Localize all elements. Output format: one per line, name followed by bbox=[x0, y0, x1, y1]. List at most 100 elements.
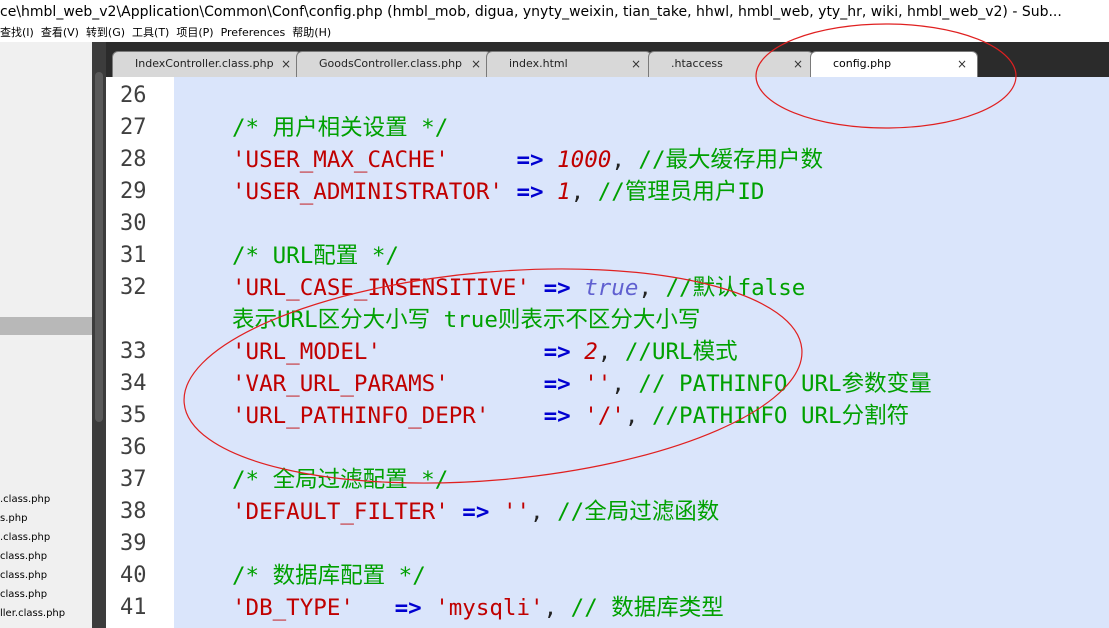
code-line[interactable]: 表示URL区分大小写 true则表示不区分大小写 bbox=[232, 304, 700, 336]
code-token: // PATHINFO URL参数变量 bbox=[638, 371, 932, 397]
code-token: 2 bbox=[584, 339, 598, 365]
code-line[interactable]: /* URL配置 */ bbox=[232, 240, 399, 272]
tab-label: config.php bbox=[833, 57, 892, 70]
line-number: 28 bbox=[120, 147, 147, 172]
menu-goto[interactable]: 转到(G) bbox=[86, 24, 132, 42]
sidebar-file-list: .class.php s.php .class.php class.php cl… bbox=[0, 490, 92, 623]
line-number: 38 bbox=[120, 499, 147, 524]
code-token: 'DB_TYPE' bbox=[232, 595, 354, 621]
code-token: true bbox=[584, 275, 639, 301]
sidebar-file[interactable]: .class.php bbox=[0, 528, 92, 547]
tab-goodscontroller[interactable]: GoodsController.class.php × bbox=[296, 51, 492, 77]
code-token: 'URL_PATHINFO_DEPR' bbox=[232, 403, 490, 429]
code-line[interactable]: 'USER_ADMINISTRATOR' => 1, //管理员用户ID bbox=[232, 176, 764, 208]
line-number: 40 bbox=[120, 563, 147, 588]
sidebar-divider bbox=[0, 317, 92, 335]
code-line[interactable]: 'DB_TYPE' => 'mysqli', // 数据库类型 bbox=[232, 592, 724, 624]
sidebar-file[interactable]: .class.php bbox=[0, 490, 92, 509]
line-number bbox=[120, 304, 170, 336]
sidebar-scroll-thumb[interactable] bbox=[95, 72, 103, 422]
code-token: /* 用户相关设置 */ bbox=[232, 115, 449, 141]
tab-strip: IndexController.class.php × GoodsControl… bbox=[106, 42, 1109, 77]
window-title: ce\hmbl_web_v2\Application\Common\Conf\c… bbox=[0, 0, 1109, 24]
code-editor[interactable]: 26 27 28 29 30 31 32 33 34 35 36 37 38 39 40 41 /* 用户相关… bbox=[106, 77, 1109, 628]
code-line[interactable]: 'VAR_URL_PARAMS' => '', // PATHINFO URL参… bbox=[232, 368, 932, 400]
tab-label: .htaccess bbox=[671, 57, 723, 70]
code-token: '' bbox=[502, 499, 531, 525]
line-number: 41 bbox=[120, 595, 147, 620]
tab-label: IndexController.class.php bbox=[135, 57, 274, 70]
menu-help[interactable]: 帮助(H) bbox=[292, 24, 338, 42]
sidebar-file[interactable]: class.php bbox=[0, 547, 92, 566]
code-line[interactable]: 'URL_CASE_INSENSITIVE' => true, //默认fals… bbox=[232, 272, 805, 304]
code-token: 'DEFAULT_FILTER' bbox=[232, 499, 449, 525]
line-number: 36 bbox=[120, 435, 147, 460]
code-token: //管理员用户ID bbox=[597, 179, 765, 205]
code-line[interactable]: /* 用户相关设置 */ bbox=[232, 112, 448, 144]
code-token: /* 全局过滤配置 */ bbox=[232, 467, 449, 493]
code-token: //全局过滤函数 bbox=[557, 499, 720, 525]
code-token: => bbox=[516, 179, 544, 205]
code-token: '' bbox=[584, 371, 612, 397]
close-icon[interactable]: × bbox=[281, 52, 291, 76]
code-line[interactable]: 'URL_PATHINFO_DEPR' => '/', //PATHINFO U… bbox=[232, 400, 909, 432]
code-token: //PATHINFO URL分割符 bbox=[651, 403, 910, 429]
tab-indexcontroller[interactable]: IndexController.class.php × bbox=[112, 51, 302, 77]
sidebar-scrollbar[interactable] bbox=[92, 42, 106, 628]
sidebar-file[interactable]: ller.class.php bbox=[0, 604, 92, 623]
tab-config-php[interactable]: config.php × bbox=[810, 51, 978, 77]
code-line[interactable]: 'USER_MAX_CACHE' => 1000, //最大缓存用户数 bbox=[232, 144, 823, 176]
close-icon[interactable]: × bbox=[957, 52, 967, 76]
code-line[interactable]: 'URL_MODEL' => 2, //URL模式 bbox=[232, 336, 738, 368]
code-token: => bbox=[543, 339, 571, 365]
line-number: 29 bbox=[120, 179, 147, 204]
code-token: , bbox=[530, 499, 558, 525]
close-icon[interactable]: × bbox=[793, 52, 803, 76]
sidebar-file[interactable]: s.php bbox=[0, 509, 92, 528]
code-token: , bbox=[543, 595, 571, 621]
sidebar: .class.php s.php .class.php class.php cl… bbox=[0, 42, 92, 628]
code-token: => bbox=[543, 403, 571, 429]
tab-index-html[interactable]: index.html × bbox=[486, 51, 652, 77]
code-token: 'URL_MODEL' bbox=[232, 339, 382, 365]
code-token: , bbox=[624, 403, 652, 429]
menu-tools[interactable]: 工具(T) bbox=[132, 24, 176, 42]
line-number: 30 bbox=[120, 211, 147, 236]
sidebar-file[interactable]: class.php bbox=[0, 585, 92, 604]
code-token: , bbox=[638, 275, 666, 301]
close-icon[interactable]: × bbox=[471, 52, 481, 76]
code-token: 'URL_CASE_INSENSITIVE' bbox=[232, 275, 531, 301]
code-token: 'mysqli' bbox=[435, 595, 544, 621]
code-line[interactable]: 'DEFAULT_FILTER' => '', //全局过滤函数 bbox=[232, 496, 719, 528]
code-token: 'USER_MAX_CACHE' bbox=[232, 147, 449, 173]
menu-view[interactable]: 查看(V) bbox=[41, 24, 86, 42]
line-number: 34 bbox=[120, 371, 147, 396]
code-line[interactable]: /* 全局过滤配置 */ bbox=[232, 464, 448, 496]
line-number: 39 bbox=[120, 531, 147, 556]
menu-project[interactable]: 项目(P) bbox=[176, 24, 220, 42]
tab-label: index.html bbox=[509, 57, 568, 70]
code-token: 'USER_ADMINISTRATOR' bbox=[232, 179, 503, 205]
code-token: //最大缓存用户数 bbox=[638, 147, 823, 173]
menu-preferences[interactable]: Preferences bbox=[221, 24, 293, 42]
code-token: , bbox=[597, 339, 625, 365]
code-line[interactable]: /* 数据库配置 */ bbox=[232, 560, 426, 592]
sidebar-file[interactable]: class.php bbox=[0, 566, 92, 585]
line-number: 26 bbox=[120, 83, 147, 108]
menu-find[interactable]: 查找(I) bbox=[0, 24, 41, 42]
close-icon[interactable]: × bbox=[631, 52, 641, 76]
tab-htaccess[interactable]: .htaccess × bbox=[648, 51, 814, 77]
code-token: => bbox=[516, 147, 544, 173]
